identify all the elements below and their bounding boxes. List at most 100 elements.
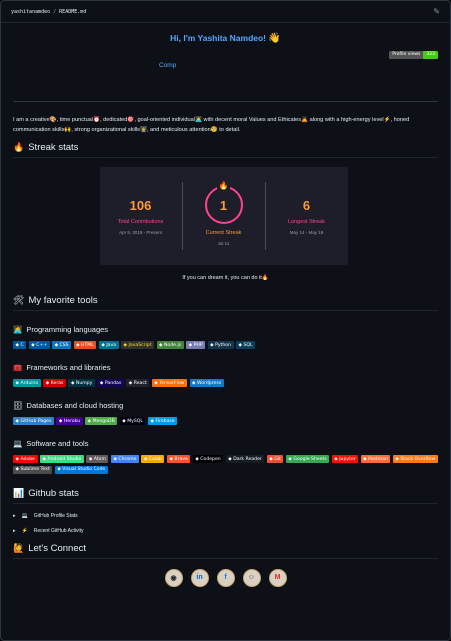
typing-text: Comp [159, 62, 177, 69]
fire-icon: 🔥 [261, 275, 269, 281]
logo-icon: ◆ [363, 456, 367, 462]
laptop-icon: 💻 [21, 512, 28, 519]
tech-badge: ◆ Brave [166, 455, 191, 463]
greeting-heading: Hi, I'm Yashita Namdeo! 👋 [13, 33, 438, 44]
clock-icon: ⏰ [93, 117, 101, 123]
energy-icon: ⚡ [383, 117, 391, 123]
tech-badge: ◆ JavaScript [121, 341, 155, 349]
greeting-text: Hi, I'm Yashita Namdeo! [170, 33, 267, 43]
streak-heading: 🔥 Streak stats [13, 142, 438, 158]
tech-badge: ◆ TensorFlow [151, 379, 188, 387]
connect-heading: 🙋 Let's Connect [13, 543, 438, 559]
current-streak: 🔥 1 Current Streak Jul 11 [204, 181, 243, 246]
logo-icon: ◆ [15, 342, 19, 348]
total-contributions: 106 Total Contributions Apr 5, 2019 - Pr… [117, 197, 164, 235]
zap-icon: ⚡ [21, 527, 28, 534]
codechef-icon[interactable]: ☺ [242, 568, 261, 587]
logo-icon: ◆ [54, 342, 59, 348]
palette-icon: 🎨 [49, 117, 57, 123]
logo-icon: ◆ [210, 342, 214, 348]
breadcrumb-user[interactable]: yashitanamdeo [11, 9, 50, 15]
tech-badge: ◆ HTML [73, 341, 97, 349]
tech-badge: ◆ Numpy [68, 379, 95, 387]
flame-icon: 🔥 [216, 181, 231, 190]
disclosure-triangle-icon: ▸ [13, 512, 16, 519]
logo-icon: ◆ [15, 467, 19, 472]
tools-subheading: 💻 Software and tools [13, 439, 89, 448]
tech-badge: ◆ Visual Studio Code [54, 465, 108, 474]
logo-icon: ◆ [269, 456, 273, 462]
facebook-icon[interactable]: f [216, 568, 235, 587]
tech-badge: ◆ MongoDB [85, 417, 118, 425]
tech-badge: ◆ Arduino [13, 379, 41, 387]
breadcrumb-file[interactable]: README.md [59, 9, 86, 15]
logo-icon: ◆ [57, 467, 61, 472]
social-links: ◉ in f ☺ M [13, 568, 438, 587]
tech-badge: ◆ Firebase [147, 417, 178, 425]
tools-subheading: 🗄 Databases and cloud hosting [13, 401, 124, 410]
tech-badge: ◆ Wordpress [189, 379, 224, 387]
logo-icon: ◆ [15, 418, 19, 424]
tech-badge: ◆ GitHub Pages [13, 417, 54, 425]
logo-icon: ◆ [15, 380, 19, 386]
linkedin-icon[interactable]: in [190, 568, 209, 587]
tech-badge: ◆ Java [98, 341, 119, 349]
tech-badge: ◆ Postman [360, 455, 391, 463]
tech-badge: ◆ Codepen [192, 455, 224, 463]
logo-icon: ◆ [99, 380, 104, 386]
database-icon: 🗄 [13, 401, 23, 410]
tech-badge: ◆ Google Sheets [285, 455, 330, 463]
tech-badge: ◆ Colab [141, 455, 165, 463]
logo-icon: ◆ [159, 342, 163, 348]
motto: If you can dream it, you can do it🔥 [182, 275, 269, 281]
tech-badge: ◆ CSS [52, 341, 72, 349]
logo-icon: ◆ [169, 456, 173, 462]
logo-icon: ◆ [15, 456, 19, 462]
bar-chart-icon: 📊 [13, 487, 25, 498]
pencil-icon[interactable]: ✎ [433, 7, 440, 16]
tech-badge: ◆ MySQL [119, 417, 146, 425]
technologist-icon: 👩‍💻 [195, 117, 202, 123]
tech-badge: ◆ Stack Overflow [392, 455, 438, 463]
breadcrumb: yashitanamdeo / README.md [11, 9, 86, 15]
tech-badge: ◆ Keras [43, 379, 66, 387]
logo-icon: ◆ [123, 342, 127, 348]
logo-icon: ◆ [87, 418, 92, 424]
tech-badge: ◆ C [13, 341, 27, 349]
badge-group: ◆ Adobe ◆ Android Studio ◆ Atom ◆ Chrome ◆ Colab ◆… [13, 455, 438, 474]
logo-icon: ◆ [150, 418, 154, 424]
logo-icon: ◆ [192, 380, 196, 386]
profile-views-count: 323 [423, 51, 438, 59]
logo-icon: ◆ [70, 380, 75, 386]
tech-badge: ◆ SQL [236, 341, 256, 349]
tools-subheading: 👩‍💻 Programming languages [13, 325, 109, 334]
disclosure-triangle-icon: ▸ [13, 527, 16, 534]
tools-heading: 🛠 My favorite tools [13, 295, 438, 311]
logo-icon: ◆ [88, 456, 93, 462]
divider [13, 101, 438, 102]
intro-paragraph: I am a creative🎨, time punctual⏰, dedica… [13, 117, 410, 133]
logo-icon: ◆ [31, 342, 35, 348]
github-stats-list: ▸ 💻 GitHub Profile Stats ▸ ⚡ Recent GitH… [13, 513, 438, 534]
logo-icon: ◆ [188, 342, 193, 348]
details-profile-stats[interactable]: ▸ 💻 GitHub Profile Stats [13, 513, 438, 519]
tech-badge: ◆ Sublime Text [13, 465, 53, 474]
badge-group: ◆ Arduino ◆ Keras ◆ Numpy ◆ Pandas ◆ React ◆ Tensor… [13, 379, 438, 387]
tech-badge: ◆ Pandas [97, 379, 124, 387]
gmail-icon[interactable]: M [268, 568, 287, 587]
logo-icon: ◆ [334, 456, 338, 462]
github-icon[interactable]: ◉ [164, 568, 183, 587]
computer-icon: 💻 [13, 439, 23, 448]
focus-icon: 🧐 [210, 127, 218, 133]
profile-views-label: Profile views [389, 51, 424, 59]
logo-icon: ◆ [128, 380, 133, 386]
logo-icon: ◆ [288, 456, 292, 462]
badge-group: ◆ C ◆ C++ ◆ CSS ◆ HTML ◆ Java ◆ JavaScript ◆ Node.js ◆… [13, 341, 438, 349]
tech-badge: ◆ Jupyter [331, 455, 359, 463]
breadcrumb-separator: / [50, 8, 60, 15]
logo-icon: ◆ [101, 342, 105, 348]
streak-stats-card[interactable]: 106 Total Contributions Apr 5, 2019 - Pr… [99, 167, 348, 265]
wave-icon: 👋 [268, 33, 281, 44]
details-recent-activity[interactable]: ▸ ⚡ Recent GitHub Activity [13, 528, 438, 534]
laptop-person-icon: 🙇 [301, 117, 309, 123]
